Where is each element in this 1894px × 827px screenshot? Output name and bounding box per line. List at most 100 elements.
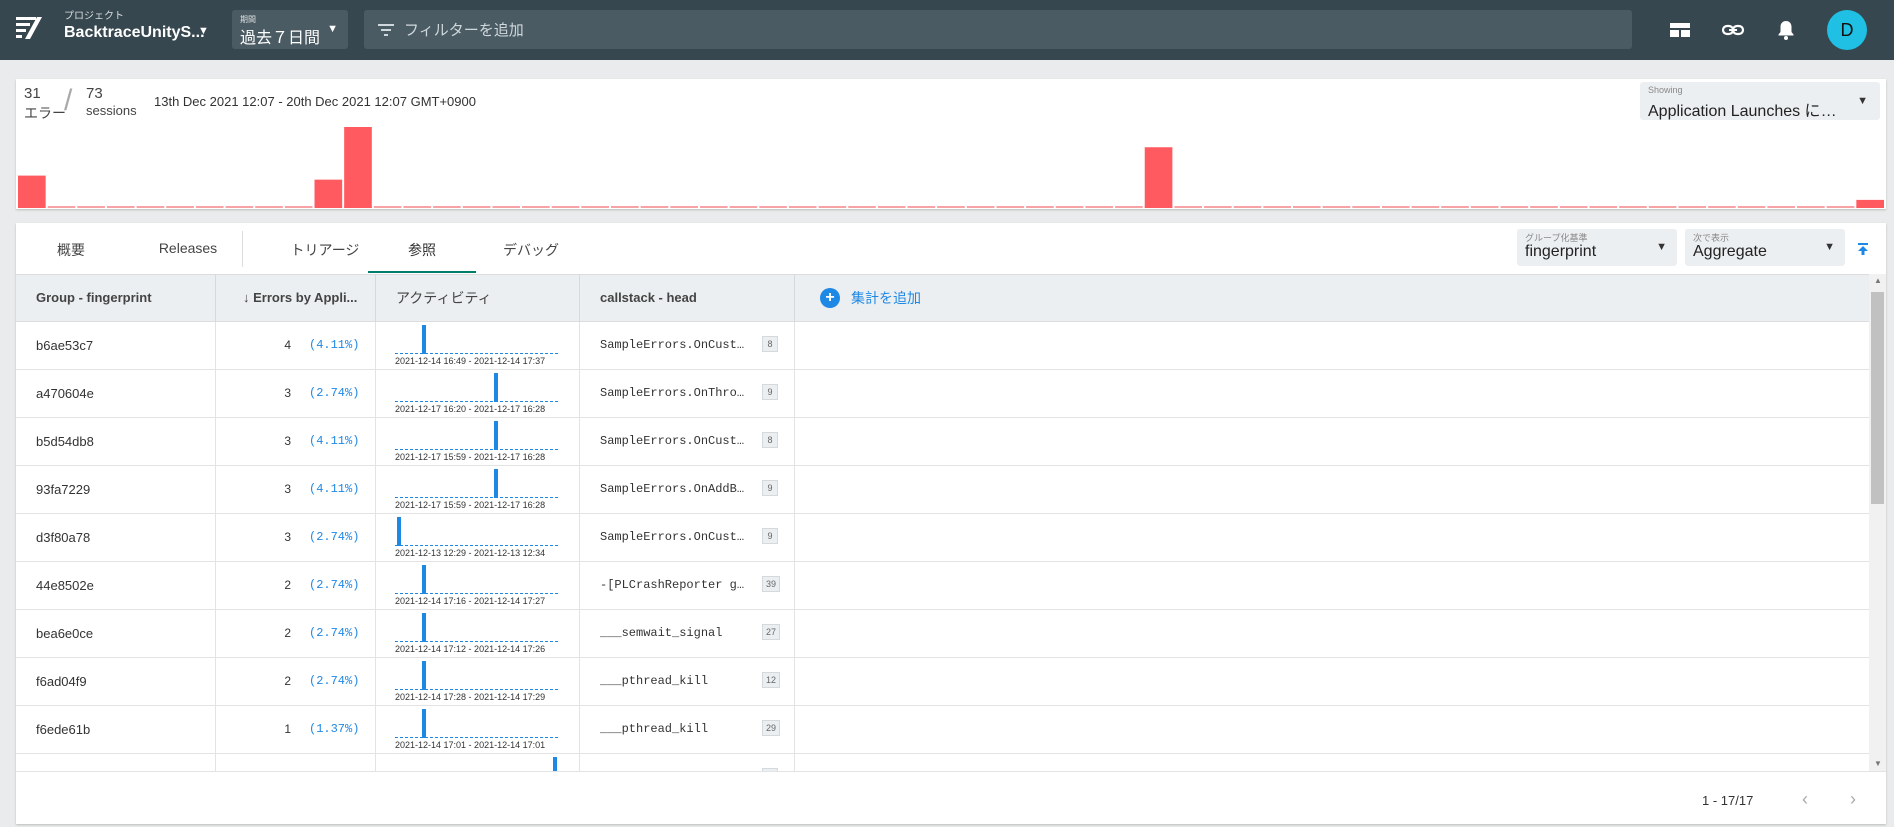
fingerprint-cell[interactable]: bea6e0ce (16, 610, 216, 657)
tab-overview[interactable]: 概要 (16, 240, 126, 260)
group-by-select[interactable]: グループ化基準 fingerprint ▼ (1517, 229, 1677, 266)
callstack-cell[interactable]: SampleErrors.OnCustomR... 8 (580, 418, 795, 465)
histogram-baseline (166, 206, 194, 208)
scroll-thumb[interactable] (1871, 292, 1884, 504)
fingerprint-cell[interactable]: d3f80a78 (16, 514, 216, 561)
histogram-bar[interactable] (1144, 147, 1173, 208)
callstack-cell[interactable]: SampleErrors.OnCustomR... 8 (580, 322, 795, 369)
activity-dates: 2021-12-14 16:49 - 2021-12-14 17:37 (395, 356, 546, 366)
activity-cell[interactable]: 2021-12-17 15:59 - 2021-12-17 16:28 (376, 418, 580, 465)
activity-sparkline (395, 661, 559, 690)
callstack-cell[interactable]: ___pthread_kill 29 (580, 706, 795, 753)
callstack-cell[interactable]: ___pthread_kill 12 (580, 658, 795, 705)
link-icon[interactable] (1721, 18, 1745, 42)
col-header-fingerprint[interactable]: Group - fingerprint (16, 275, 216, 321)
activity-cell[interactable]: 2021-12-14 16:49 - 2021-12-14 17:37 (376, 322, 580, 369)
table-row[interactable]: f6ad04f9 2 (2.74%) 2021-12-14 17:28 - 2021-… (16, 658, 1869, 706)
scroll-up-icon[interactable]: ▲ (1874, 276, 1882, 285)
errors-cell: 1 (1.37%) (216, 706, 376, 753)
tab-triage[interactable]: トリアージ (270, 240, 380, 260)
filter-input[interactable] (404, 18, 1004, 42)
histogram-baseline (1352, 206, 1380, 208)
period-selector[interactable]: 期間 過去７日間 ▼ (232, 10, 348, 49)
histogram-bar[interactable] (1856, 199, 1884, 208)
callstack-cell[interactable]: -[PLCrashReporter gene... 39 (580, 562, 795, 609)
callstack-cell[interactable]: SampleErrors.OnCustomR... 9 (580, 514, 795, 561)
fingerprint-cell[interactable]: f6ede61b (16, 706, 216, 753)
histogram-bar[interactable] (314, 179, 343, 208)
callstack-cell[interactable]: SampleErrors.OnCustomR...1 (580, 754, 795, 771)
activity-dates: 2021-12-14 17:16 - 2021-12-14 17:27 (395, 596, 546, 606)
activity-cell[interactable]: 2021-12-17 15:59 - 2021-12-17 16:28 (376, 466, 580, 513)
scroll-down-icon[interactable]: ▼ (1874, 759, 1882, 768)
activity-cell[interactable]: 2021-12-13 12:29 - 2021-12-13 12:34 (376, 514, 580, 561)
table-row[interactable]: bea6e0ce 2 (2.74%) 2021-12-14 17:12 - 2021-… (16, 610, 1869, 658)
showing-selector[interactable]: Showing Application Launches によ... ▼ (1640, 82, 1880, 120)
sparkline-bar (422, 709, 426, 738)
showing-value: Application Launches によ... (1648, 103, 1848, 120)
table-row[interactable]: b5d54db8 3 (4.11%) 2021-12-17 15:59 - 2021-… (16, 418, 1869, 466)
table-row[interactable]: 44e8502e 2 (2.74%) 2021-12-14 17:16 - 2021-… (16, 562, 1869, 610)
fingerprint-cell[interactable]: 93fa7229 (16, 466, 216, 513)
errors-cell: 3 (2.74%) (216, 370, 376, 417)
activity-dates: 2021-12-17 15:59 - 2021-12-17 16:28 (395, 452, 546, 462)
fingerprint-cell[interactable]: 44e8502e (16, 562, 216, 609)
histogram-baseline (492, 206, 521, 208)
histogram-baseline (1530, 206, 1558, 208)
callstack-cell[interactable]: ___semwait_signal 27 (580, 610, 795, 657)
activity-cell[interactable] (376, 754, 580, 771)
table-row[interactable]: 3d9b20371(1.37%) SampleErrors.OnCustomR..… (16, 754, 1869, 771)
col-header-callstack[interactable]: callstack - head (580, 275, 795, 321)
histogram-baseline (1174, 206, 1203, 208)
backtrace-logo-icon[interactable] (15, 14, 43, 42)
next-page-button[interactable]: › (1850, 789, 1856, 810)
table-scrollbar[interactable]: ▲ ▼ (1869, 274, 1886, 771)
histogram-bar[interactable] (344, 127, 372, 208)
activity-cell[interactable]: 2021-12-17 16:20 - 2021-12-17 16:28 (376, 370, 580, 417)
callstack-text: ___pthread_kill (600, 722, 709, 736)
activity-cell[interactable]: 2021-12-14 17:01 - 2021-12-14 17:01 (376, 706, 580, 753)
bell-icon[interactable] (1774, 18, 1798, 42)
filter-bar[interactable] (364, 10, 1632, 49)
add-aggregate-button[interactable]: + 集計を追加 (820, 288, 921, 308)
activity-cell[interactable]: 2021-12-14 17:28 - 2021-12-14 17:29 (376, 658, 580, 705)
activity-sparkline (395, 613, 559, 642)
tab-releases[interactable]: Releases (133, 240, 243, 256)
histogram-baseline (373, 206, 402, 208)
callstack-cell[interactable]: SampleErrors.OnThrowEx... 9 (580, 370, 795, 417)
errors-cell: 3 (2.74%) (216, 514, 376, 561)
show-next-select[interactable]: 次で表示 Aggregate ▼ (1685, 229, 1845, 266)
project-selector[interactable]: プロジェクト BacktraceUnityS... (64, 11, 205, 43)
prev-page-button[interactable]: ‹ (1802, 789, 1808, 810)
histogram-bar[interactable] (18, 175, 46, 208)
table-row[interactable]: 93fa7229 3 (4.11%) 2021-12-17 15:59 - 2021-… (16, 466, 1869, 514)
caret-down-icon[interactable]: ▼ (198, 25, 209, 37)
histogram-baseline (1589, 206, 1618, 208)
histogram-baseline (1500, 206, 1529, 208)
fingerprint-cell[interactable]: f6ad04f9 (16, 658, 216, 705)
table-row[interactable]: d3f80a78 3 (2.74%) 2021-12-13 12:29 - 2021-… (16, 514, 1869, 562)
fingerprint-cell[interactable]: b6ae53c7 (16, 322, 216, 369)
fingerprint-cell[interactable]: 3d9b2037 (16, 754, 216, 771)
fingerprint-cell[interactable]: a470604e (16, 370, 216, 417)
col-header-errors[interactable]: ↓ Errors by Appli... (216, 275, 376, 321)
table-row[interactable]: b6ae53c7 4 (4.11%) 2021-12-14 16:49 - 2021-… (16, 322, 1869, 370)
layout-icon[interactable] (1668, 18, 1692, 42)
activity-cell[interactable]: 2021-12-14 17:16 - 2021-12-14 17:27 (376, 562, 580, 609)
error-histogram[interactable] (17, 121, 1885, 208)
tab-explore[interactable]: 参照 (368, 240, 476, 260)
callstack-cell[interactable]: SampleErrors.OnAddBrea... 9 (580, 466, 795, 513)
tab-debug[interactable]: デバッグ (476, 240, 586, 260)
col-header-activity[interactable]: アクティビティ (376, 275, 580, 321)
frame-count-badge: 9 (762, 384, 778, 400)
table-row[interactable]: a470604e 3 (2.74%) 2021-12-17 16:20 - 2021-… (16, 370, 1869, 418)
fingerprint-cell[interactable]: b5d54db8 (16, 418, 216, 465)
caret-down-icon: ▼ (327, 23, 338, 35)
frame-count-badge: 39 (762, 576, 781, 592)
activity-cell[interactable]: 2021-12-14 17:12 - 2021-12-14 17:26 (376, 610, 580, 657)
pin-top-icon[interactable] (1856, 241, 1870, 257)
user-avatar[interactable]: D (1827, 10, 1867, 50)
histogram-baseline (106, 206, 135, 208)
table-row[interactable]: f6ede61b 1 (1.37%) 2021-12-14 17:01 - 2021-… (16, 706, 1869, 754)
histogram-baseline (581, 206, 610, 208)
